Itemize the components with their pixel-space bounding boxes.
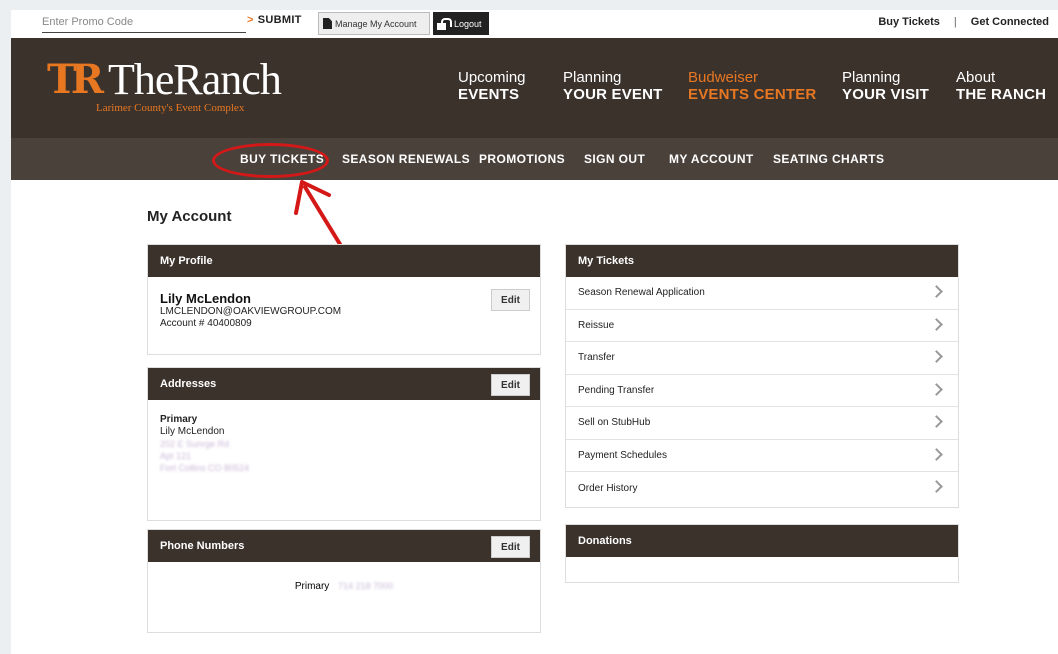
utility-bar: Enter Promo Code > SUBMIT Manage My Accou… [11,10,1058,38]
buy-tickets-link[interactable]: Buy Tickets [878,16,940,28]
chevron-right-icon [930,350,943,363]
address-line3: Fort Collins CO 80524 [160,463,250,473]
nav-line1: Planning [563,69,622,86]
ticket-link-label: Order History [578,482,638,494]
tickets-heading: My Tickets [578,255,635,267]
profile-account-number: Account # 40400809 [160,318,252,329]
donations-panel: Donations [565,524,959,583]
chevron-right-icon [930,480,943,493]
phones-heading: Phone Numbers [160,540,245,552]
nav-about-the-ranch[interactable]: About THE RANCH [956,69,1047,104]
tickets-list: Season Renewal Application Reissue Trans… [566,277,958,505]
ticket-link-pending-transfer[interactable]: Pending Transfer [566,375,958,407]
profile-panel: My Profile Edit Lily McLendon LMCLENDON@… [147,244,541,355]
tickets-panel-header: My Tickets [566,245,958,277]
chevron-right-icon [930,382,943,396]
logo-mark: TR [47,56,104,103]
edit-profile-button[interactable]: Edit [491,289,530,311]
manage-account-button[interactable]: Manage My Account [318,12,430,35]
ticket-link-sell-stubhub[interactable]: Sell on StubHub [566,407,958,440]
nav-line1: About [956,69,996,86]
ticket-link-label: Reissue [578,319,615,331]
profile-body: Edit Lily McLendon LMCLENDON@OAKVIEWGROU… [148,277,540,330]
page-frame: Enter Promo Code > SUBMIT Manage My Accou… [11,10,1058,654]
logo-name: TheRanch [108,55,282,104]
phones-body: Primary 714 218 7000 [148,562,540,592]
ticket-link-label: Transfer [578,352,615,364]
link-separator: | [953,16,957,28]
subnav-sign-out[interactable]: SIGN OUT [584,152,645,166]
promo-code-input[interactable]: Enter Promo Code [42,13,246,33]
nav-upcoming-events[interactable]: Upcoming EVENTS [458,69,526,104]
addresses-heading: Addresses [160,378,217,390]
nav-line1: Upcoming [458,69,526,86]
address-line2: Apt 121 [160,451,192,461]
chevron-right-icon [930,317,943,331]
address-line1: 202 E Sunrge Rd [160,439,230,449]
logout-button[interactable]: Logout [433,12,489,35]
nav-line2: EVENTS [458,86,520,103]
tickets-panel: My Tickets Season Renewal Application Re… [565,244,959,508]
phones-panel-header: Phone Numbers Edit [148,530,540,562]
nav-line2: EVENTS CENTER [688,86,817,103]
profile-name: Lily McLendon [160,291,251,306]
document-icon [323,18,332,29]
addresses-panel-header: Addresses Edit [148,368,540,400]
edit-phones-button[interactable]: Edit [491,536,530,558]
subnav-promotions[interactable]: PROMOTIONS [479,152,565,166]
ticket-link-transfer[interactable]: Transfer [566,342,958,375]
get-connected-link[interactable]: Get Connected [971,16,1049,28]
ticket-link-payment-schedules[interactable]: Payment Schedules [566,440,958,472]
ticket-link-reissue[interactable]: Reissue [566,310,958,342]
logo[interactable]: TR TheRanch Larimer County's Event Compl… [47,55,282,115]
phones-panel: Phone Numbers Edit Primary 714 218 7000 [147,529,541,633]
donations-heading: Donations [578,535,632,547]
profile-email: LMCLENDON@OAKVIEWGROUP.COM [160,306,342,317]
site-header: TR TheRanch Larimer County's Event Compl… [11,38,1058,138]
unlock-icon [437,17,452,30]
manage-account-label: Manage My Account [335,18,417,29]
subnav-season-renewals[interactable]: SEASON RENEWALS [342,152,470,166]
ticket-link-label: Pending Transfer [578,384,655,396]
profile-heading: My Profile [160,255,213,267]
address-name: Lily McLendon [160,426,225,437]
chevron-right-icon [930,415,943,428]
submit-label: SUBMIT [257,14,302,26]
ticket-link-label: Season Renewal Application [578,287,705,299]
subnav-seating-charts[interactable]: SEATING CHARTS [773,152,884,166]
nav-line1: Budweiser [688,69,759,86]
utility-links: Buy Tickets | Get Connected [878,16,1049,28]
nav-line2: YOUR VISIT [842,86,930,103]
nav-planning-your-event[interactable]: Planning YOUR EVENT [563,69,663,104]
nav-planning-your-visit[interactable]: Planning YOUR VISIT [842,69,930,104]
donations-panel-header: Donations [566,525,958,557]
addresses-panel: Addresses Edit Primary Lily McLendon 202… [147,367,541,521]
nav-line2: YOUR EVENT [563,86,663,103]
chevron-right-icon [930,447,943,461]
chevron-right-icon [930,285,943,298]
nav-line1: Planning [842,69,901,86]
ticket-link-label: Sell on StubHub [578,417,651,429]
subnav-my-account[interactable]: MY ACCOUNT [669,152,754,166]
ticket-link-season-renewal[interactable]: Season Renewal Application [566,277,958,310]
logo-tagline: Larimer County's Event Complex [96,102,245,114]
phone-label: Primary [294,581,330,592]
chevron-right-icon: > [247,14,254,26]
annotation-highlight-circle [212,143,329,178]
submit-button[interactable]: > SUBMIT [247,14,302,26]
nav-budweiser-events-center[interactable]: Budweiser EVENTS CENTER [688,69,817,104]
page-title: My Account [147,208,232,225]
phone-number: 714 218 7000 [338,581,394,591]
account-subnav: BUY TICKETS SEASON RENEWALS PROMOTIONS S… [11,138,1058,180]
ticket-link-label: Payment Schedules [578,449,667,461]
ticket-link-order-history[interactable]: Order History [566,472,958,505]
nav-line2: THE RANCH [956,86,1047,103]
edit-addresses-button[interactable]: Edit [491,374,530,396]
logout-label: Logout [454,18,482,29]
profile-panel-header: My Profile [148,245,540,277]
addresses-body: Primary Lily McLendon 202 E Sunrge Rd Ap… [148,400,540,474]
address-type: Primary [160,414,198,425]
